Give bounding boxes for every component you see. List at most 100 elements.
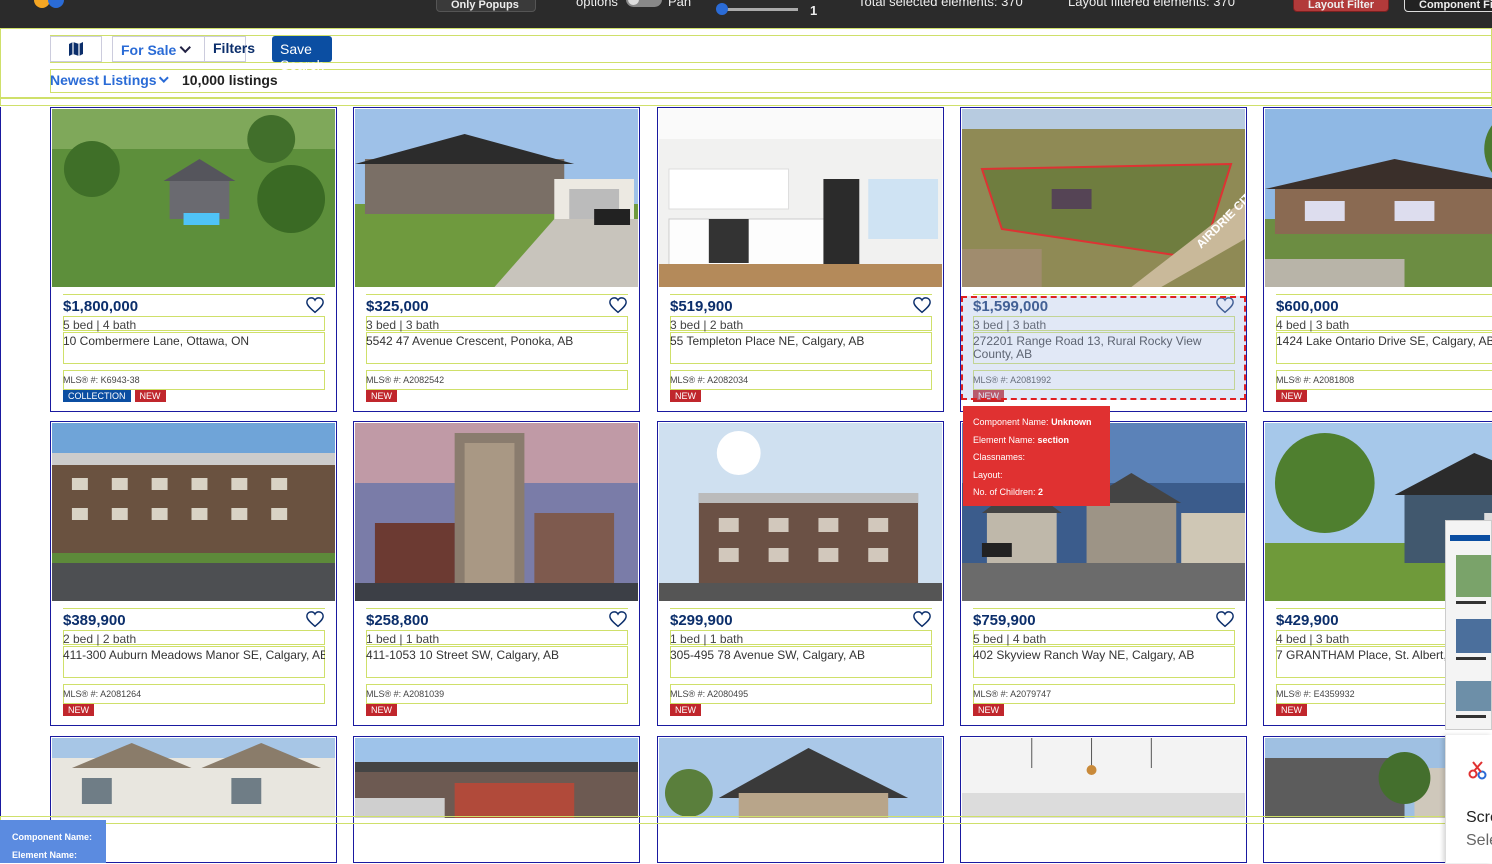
overlay-guide — [366, 608, 628, 609]
listing-card[interactable]: $519,900 3 bed | 2 bath 55 Templeton Place… — [657, 107, 944, 412]
listing-mls-number: MLS® #: A2082542 — [366, 375, 445, 385]
favorite-heart-icon[interactable] — [306, 297, 324, 315]
listing-card[interactable] — [353, 736, 640, 863]
listing-card[interactable]: $299,900 1 bed | 1 bath 305-495 78 Avenue … — [657, 421, 944, 726]
pan-label: Pan — [668, 0, 692, 9]
listing-photo[interactable] — [355, 738, 638, 818]
tooltip-children-count: 2 — [1038, 487, 1044, 497]
collection-badge: COLLECTION — [63, 390, 131, 402]
listing-address[interactable]: 305-495 78 Avenue SW, Calgary, AB — [670, 649, 932, 662]
listing-address[interactable]: 55 Templeton Place NE, Calgary, AB — [670, 335, 932, 348]
tooltip-label: Layout: — [973, 469, 1003, 480]
overlay-guide — [670, 608, 932, 609]
listing-badges: NEW — [63, 704, 94, 716]
favorite-heart-icon[interactable] — [306, 611, 324, 629]
listing-photo[interactable] — [52, 109, 335, 287]
component-info-panel: Component Name: Element Name: — [0, 820, 106, 863]
layout-filter-button[interactable]: Layout Filter — [1293, 0, 1389, 12]
listing-photo[interactable] — [52, 423, 335, 601]
listing-beds-baths: 5 bed | 4 bath — [63, 318, 137, 332]
component-filter-button[interactable]: Component Fi — [1404, 0, 1492, 12]
listing-beds-baths: 3 bed | 2 bath — [670, 318, 744, 332]
listing-photo[interactable]: AIRDRIE CITY LIMITS — [962, 109, 1245, 287]
listing-address[interactable]: 10 Combermere Lane, Ottawa, ON — [63, 335, 325, 348]
listing-card[interactable]: $600,000 4 bed | 3 bath 1424 Lake Ontario … — [1263, 107, 1492, 412]
listing-address[interactable]: 402 Skyview Ranch Way NE, Calgary, AB — [973, 649, 1235, 662]
listing-badges: NEW — [366, 390, 397, 402]
screenshot-title: Scre — [1466, 809, 1492, 826]
listing-price: $519,900 — [670, 298, 733, 315]
listing-card[interactable] — [657, 736, 944, 863]
listing-photo[interactable] — [52, 738, 335, 818]
favorite-heart-icon[interactable] — [913, 611, 931, 629]
listing-beds-baths: 5 bed | 4 bath — [973, 632, 1047, 646]
listing-price: $299,900 — [670, 612, 733, 629]
listing-beds-baths: 2 bed | 2 bath — [63, 632, 137, 646]
listing-card[interactable]: $1,800,000 5 bed | 4 bath 10 Combermere La… — [50, 107, 337, 412]
listing-photo[interactable] — [355, 109, 638, 287]
panel-component-label: Component Name: — [12, 832, 93, 842]
listing-mls-number: MLS® #: A2080495 — [670, 689, 749, 699]
listing-photo[interactable] — [659, 109, 942, 287]
slider-handle[interactable] — [716, 3, 728, 15]
new-badge: NEW — [366, 390, 397, 402]
listing-photo[interactable] — [659, 738, 942, 818]
listing-price: $429,900 — [1276, 612, 1339, 629]
tooltip-label: Component Name: — [973, 417, 1049, 427]
listing-badges: COLLECTION NEW — [63, 390, 166, 402]
page-preview-thumbnail[interactable] — [1445, 520, 1492, 730]
favorite-heart-icon[interactable] — [609, 611, 627, 629]
tooltip-label: Element Name: — [973, 434, 1036, 445]
new-badge: NEW — [366, 704, 397, 716]
listing-price: $1,800,000 — [63, 298, 139, 315]
overlay-guide — [366, 294, 628, 295]
listing-photo[interactable] — [355, 423, 638, 601]
listing-card[interactable]: $325,000 3 bed | 3 bath 5542 47 Avenue Cre… — [353, 107, 640, 412]
pan-toggle[interactable] — [626, 0, 662, 7]
screenshot-subtitle: Sele — [1466, 832, 1492, 849]
listing-badges: NEW — [670, 704, 701, 716]
listing-address[interactable]: 411-1053 10 Street SW, Calgary, AB — [366, 649, 628, 662]
listing-beds-baths: 1 bed | 1 bath — [366, 632, 440, 646]
listing-address[interactable]: 5542 47 Avenue Crescent, Ponoka, AB — [366, 335, 628, 348]
sort-label: Newest Listings — [50, 72, 157, 88]
chevron-down-icon — [179, 41, 192, 54]
listing-price: $759,900 — [973, 612, 1036, 629]
overlay-frame — [0, 98, 1492, 106]
favorite-heart-icon[interactable] — [1216, 611, 1234, 629]
depth-slider[interactable] — [716, 3, 798, 15]
new-badge: NEW — [670, 704, 701, 716]
favorite-heart-icon[interactable] — [913, 297, 931, 315]
listing-card[interactable]: $389,900 2 bed | 2 bath 411-300 Auburn Mea… — [50, 421, 337, 726]
only-popups-button[interactable]: Only Popups — [436, 0, 536, 12]
listing-photo[interactable] — [1265, 109, 1492, 287]
save-search-button[interactable]: Save Search — [272, 36, 333, 73]
listing-price: $389,900 — [63, 612, 126, 629]
listing-card[interactable] — [960, 736, 1247, 863]
sort-dropdown[interactable]: Newest Listings — [50, 72, 169, 88]
filters-button[interactable]: Filters — [204, 36, 264, 62]
for-sale-label: For Sale — [121, 42, 177, 58]
listing-badges: NEW — [973, 704, 1004, 716]
favorite-heart-icon[interactable] — [609, 297, 627, 315]
overlay-guide — [63, 294, 325, 295]
listing-count: 10,000 listings — [182, 72, 278, 88]
listing-address[interactable]: 411-300 Auburn Meadows Manor SE, Calgary… — [63, 649, 325, 662]
options-label: options — [576, 0, 618, 9]
screenshot-tool-panel[interactable]: Scre Sele — [1445, 735, 1492, 863]
listing-photo[interactable] — [659, 423, 942, 601]
map-view-button[interactable] — [50, 36, 102, 62]
new-badge: NEW — [1276, 704, 1307, 716]
listing-beds-baths: 1 bed | 1 bath — [670, 632, 744, 646]
listing-mls-number: MLS® #: A2081264 — [63, 689, 142, 699]
listing-photo[interactable] — [962, 738, 1245, 818]
listing-mls-number: MLS® #: A2081039 — [366, 689, 445, 699]
overlay-guide — [973, 608, 1235, 609]
new-badge: NEW — [670, 390, 701, 402]
listing-address[interactable]: 1424 Lake Ontario Drive SE, Calgary, AB — [1276, 335, 1492, 348]
listing-card[interactable]: $258,800 1 bed | 1 bath 411-1053 10 Street… — [353, 421, 640, 726]
overlay-guide — [63, 608, 325, 609]
listing-badges: NEW — [1276, 704, 1307, 716]
tooltip-label: Classnames: — [973, 452, 1026, 462]
scissors-icon — [1468, 761, 1487, 780]
